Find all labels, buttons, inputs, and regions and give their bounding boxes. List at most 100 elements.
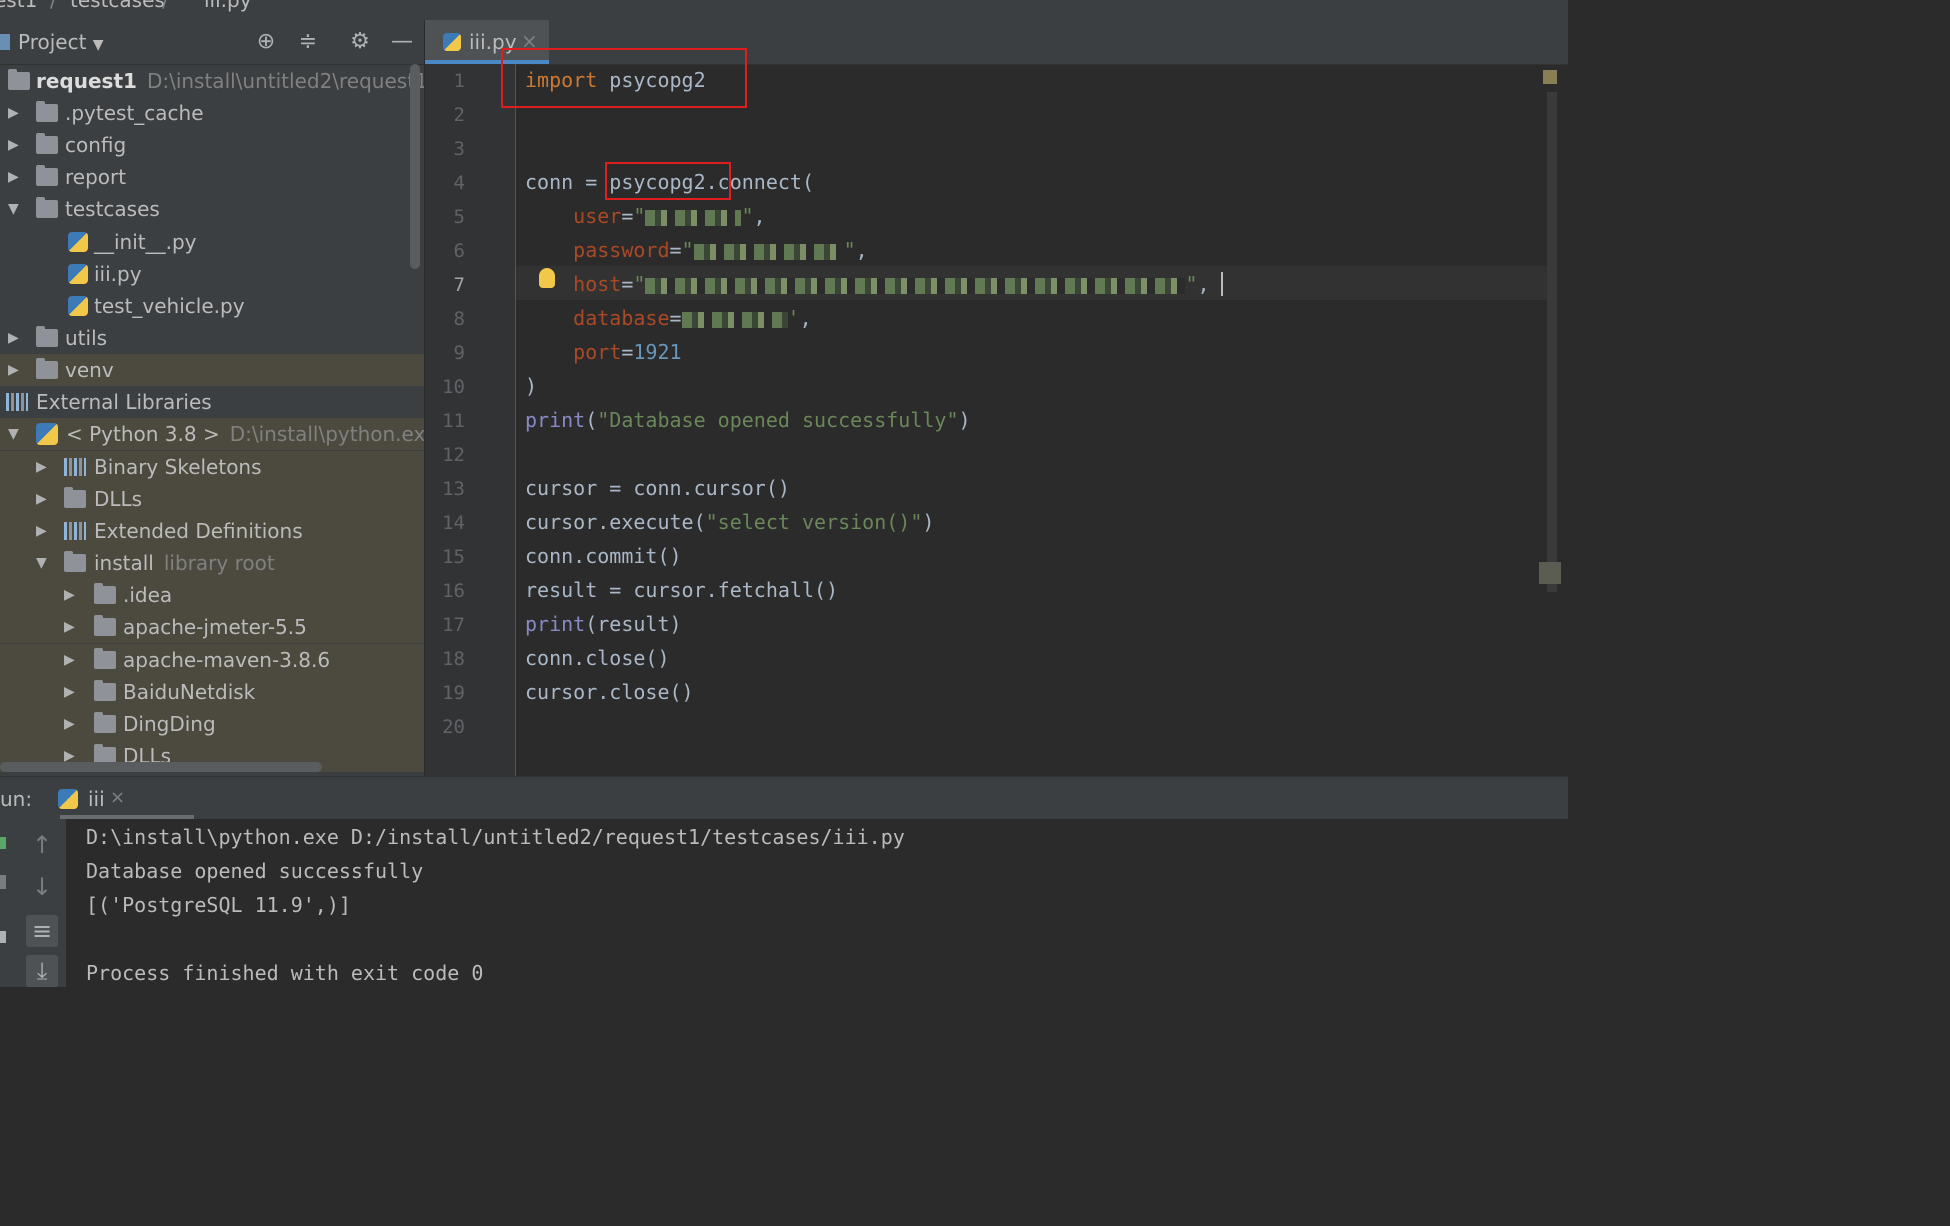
locate-icon[interactable]: ⊕	[252, 28, 280, 56]
breadcrumb-file[interactable]: iii.py	[204, 0, 252, 12]
package-folder-icon	[36, 326, 58, 347]
chevron-right-icon[interactable]: ▶	[36, 515, 52, 547]
line-number: 7	[453, 274, 465, 296]
chevron-right-icon[interactable]: ▶	[64, 708, 80, 740]
line-number: 15	[442, 546, 465, 568]
restore-layout-icon[interactable]	[0, 931, 6, 943]
run-tab-iii[interactable]: iii ×	[50, 777, 194, 819]
folder-icon	[64, 487, 86, 508]
tree-item-config[interactable]: ▶ config	[0, 129, 410, 161]
line-number: 14	[442, 512, 465, 534]
code-line-10[interactable]: )	[525, 374, 537, 398]
code-line-9[interactable]: port=1921	[525, 340, 681, 364]
chevron-right-icon[interactable]: ▶	[36, 451, 52, 483]
chevron-right-icon[interactable]: ▶	[8, 129, 24, 161]
code-line-11[interactable]: print("Database opened successfully")	[525, 408, 971, 432]
line-number: 1	[453, 70, 465, 92]
scroll-down-icon[interactable]: ↓	[26, 871, 58, 903]
tree-item-test-vehicle-py[interactable]: test_vehicle.py	[0, 290, 410, 322]
chevron-right-icon[interactable]: ▶	[8, 161, 24, 193]
tree-item-idea[interactable]: ▶ .idea	[0, 579, 424, 611]
tree-item-utils[interactable]: ▶ utils	[0, 322, 410, 354]
chevron-down-icon[interactable]: ▼	[36, 547, 52, 579]
breadcrumb-project[interactable]: est1	[0, 0, 37, 12]
tree-item-request1[interactable]: request1 D:\install\untitled2\request1	[0, 65, 424, 97]
tree-item-apache-jmeter[interactable]: ▶ apache-jmeter-5.5	[0, 611, 424, 643]
tree-item-apache-maven[interactable]: ▶ apache-maven-3.8.6	[0, 644, 424, 676]
editor-vertical-scrollbar[interactable]	[1547, 92, 1557, 592]
chevron-down-icon[interactable]: ▼	[8, 418, 24, 450]
line-number: 5	[453, 206, 465, 228]
breadcrumb-folder[interactable]: testcases	[70, 0, 165, 12]
chevron-right-icon[interactable]: ▶	[8, 322, 24, 354]
project-horizontal-scrollbar[interactable]	[0, 762, 322, 772]
tree-item-venv[interactable]: ▶ venv	[0, 354, 424, 386]
tree-item-dingding[interactable]: ▶ DingDing	[0, 708, 424, 740]
library-icon	[64, 458, 86, 476]
project-panel: Project ▼ ⊕ ≑ ⚙ — request1 D:\install\unt…	[0, 20, 424, 776]
tree-item-init-py[interactable]: __init__.py	[0, 226, 410, 258]
tree-item-report[interactable]: ▶ report	[0, 161, 410, 193]
python-file-icon	[443, 33, 461, 51]
tree-item-extended-definitions[interactable]: ▶ Extended Definitions	[0, 515, 424, 547]
tree-item-iii-py[interactable]: iii.py	[0, 258, 410, 290]
tree-item-dlls[interactable]: ▶ DLLs	[0, 483, 424, 515]
code-line-5[interactable]: user=" ",	[525, 204, 765, 228]
minimize-icon[interactable]: —	[388, 28, 416, 56]
code-line-7[interactable]: host=" ",	[525, 272, 1209, 296]
package-folder-icon	[36, 197, 58, 218]
run-panel: un: iii × ↑ ↓ ≡ ⤓ D:\install\python.exe …	[0, 776, 1568, 987]
chevron-right-icon[interactable]: ▶	[64, 644, 80, 676]
code-line-19[interactable]: cursor.close()	[525, 680, 694, 704]
folder-icon	[94, 648, 116, 669]
tree-item-pytest-cache[interactable]: ▶ .pytest_cache	[0, 97, 410, 129]
code-line-17[interactable]: print(result)	[525, 612, 682, 636]
project-vertical-scrollbar[interactable]	[410, 64, 420, 269]
stop-icon[interactable]	[0, 875, 6, 889]
tree-item-install[interactable]: ▼ install library root	[0, 547, 424, 579]
chevron-down-icon[interactable]: ▼	[8, 193, 24, 225]
scrollbar-thumb[interactable]	[1539, 562, 1561, 584]
tree-item-external-libraries[interactable]: External Libraries	[0, 386, 410, 418]
scroll-to-end-icon[interactable]: ⤓	[26, 955, 58, 987]
folder-icon	[94, 680, 116, 701]
tree-item-python-sdk[interactable]: ▼ < Python 3.8 > D:\install\python.exe	[0, 418, 424, 450]
code-line-15[interactable]: conn.commit()	[525, 544, 682, 568]
collapse-all-icon[interactable]: ≑	[294, 28, 322, 56]
line-number: 19	[442, 682, 465, 704]
rerun-icon[interactable]	[0, 837, 6, 849]
chevron-right-icon[interactable]: ▶	[36, 483, 52, 515]
project-view-selector[interactable]: Project ▼	[18, 30, 104, 54]
line-number: 11	[442, 410, 465, 432]
line-number: 8	[453, 308, 465, 330]
library-icon	[6, 393, 28, 411]
close-icon[interactable]: ×	[110, 787, 125, 808]
scroll-up-icon[interactable]: ↑	[26, 829, 58, 861]
lightbulb-icon[interactable]	[539, 268, 555, 288]
chevron-right-icon[interactable]: ▶	[64, 611, 80, 643]
project-panel-header: Project ▼ ⊕ ≑ ⚙ —	[0, 20, 424, 65]
code-line-18[interactable]: conn.close()	[525, 646, 670, 670]
tree-item-binary-skeletons[interactable]: ▶ Binary Skeletons	[0, 451, 424, 483]
code-line-13[interactable]: cursor = conn.cursor()	[525, 476, 790, 500]
folder-icon	[94, 583, 116, 604]
line-number: 4	[453, 172, 465, 194]
inspection-status-icon[interactable]	[1543, 70, 1557, 84]
gear-icon[interactable]: ⚙	[346, 28, 374, 56]
code-line-6[interactable]: password=" ",	[525, 238, 868, 262]
code-line-14[interactable]: cursor.execute("select version()")	[525, 510, 934, 534]
chevron-right-icon[interactable]: ▶	[64, 579, 80, 611]
chevron-right-icon[interactable]: ▶	[8, 97, 24, 129]
tree-item-baidunetdisk[interactable]: ▶ BaiduNetdisk	[0, 676, 424, 708]
chevron-right-icon[interactable]: ▶	[8, 354, 24, 386]
code-line-16[interactable]: result = cursor.fetchall()	[525, 578, 838, 602]
soft-wrap-icon[interactable]: ≡	[26, 915, 58, 947]
folder-icon	[94, 615, 116, 636]
chevron-right-icon[interactable]: ▶	[64, 676, 80, 708]
console-output-line: Process finished with exit code 0	[86, 961, 484, 985]
tree-item-testcases[interactable]: ▼ testcases	[0, 193, 410, 225]
redacted-value	[645, 277, 1186, 294]
package-folder-icon	[36, 133, 58, 154]
run-label: un:	[0, 787, 33, 811]
code-line-8[interactable]: database= ',	[525, 306, 811, 330]
